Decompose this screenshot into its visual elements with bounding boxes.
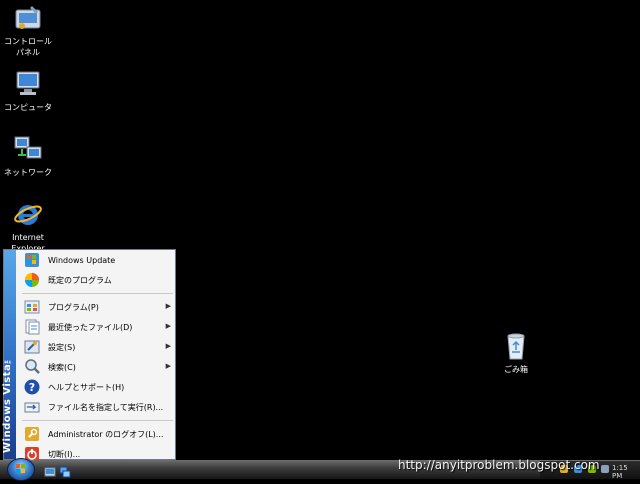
quick-launch-show-desktop[interactable] (44, 463, 56, 477)
start-menu-brand-stripe: Windows Vista™ (2, 250, 16, 459)
desktop-icon-control-panel[interactable]: コントロール パネル (0, 2, 58, 58)
menu-separator (22, 420, 173, 421)
desktop-icon-label: コンピュータ (4, 103, 52, 112)
menu-item-label: ファイル名を指定して実行(R)... (48, 402, 164, 412)
desktop-icon-computer[interactable]: コンピュータ (0, 68, 58, 113)
menu-item-logoff[interactable]: Administrator のログオフ(L)... (18, 424, 175, 444)
submenu-arrow-icon: ▶ (165, 342, 171, 350)
menu-item-settings[interactable]: 設定(S) ▶ (18, 337, 175, 357)
menu-item-label: プログラム(P) (48, 302, 99, 312)
recycle-bin-icon (507, 333, 525, 360)
desktop-icon-recycle-bin[interactable]: ごみ箱 (486, 330, 546, 375)
run-icon (24, 402, 40, 413)
computer-icon (16, 71, 40, 95)
start-button[interactable] (7, 458, 35, 481)
menu-item-label: 検索(C) (48, 362, 76, 372)
switch-windows-icon (59, 466, 71, 478)
watermark-text: http://anyitproblem.blogspot.com (398, 458, 600, 472)
recent-documents-icon (25, 319, 40, 335)
menu-item-label: ヘルプとサポート(H) (48, 382, 125, 392)
start-menu: Windows Vista™ Windows Update 既定のプログラム プ… (2, 249, 176, 461)
menu-item-windows-update[interactable]: Windows Update (18, 250, 175, 270)
search-icon (25, 359, 40, 374)
settings-icon (24, 340, 40, 354)
svg-text:?: ? (29, 381, 35, 394)
menu-item-label: Windows Update (48, 255, 116, 265)
windows-logo-icon (16, 464, 25, 473)
menu-item-label: 切断(I)... (48, 449, 81, 459)
windows-update-icon (25, 253, 39, 267)
quick-launch-switch-windows[interactable] (59, 463, 71, 478)
menu-item-search[interactable]: 検索(C) ▶ (18, 357, 175, 377)
internet-explorer-icon (14, 205, 42, 225)
menu-item-label: 設定(S) (48, 342, 76, 352)
logoff-icon (25, 427, 39, 441)
submenu-arrow-icon: ▶ (165, 322, 171, 330)
menu-item-label: 既定のプログラム (48, 275, 112, 285)
menu-item-run[interactable]: ファイル名を指定して実行(R)... (18, 397, 175, 417)
menu-item-recent-documents[interactable]: 最近使ったファイル(D) ▶ (18, 317, 175, 337)
submenu-arrow-icon: ▶ (165, 362, 171, 370)
desktop-icon-label: ごみ箱 (504, 365, 528, 374)
show-desktop-icon (44, 467, 56, 477)
menu-item-help[interactable]: ? ヘルプとサポート(H) (18, 377, 175, 397)
desktop-icon-label: コントロール パネル (4, 37, 52, 57)
start-menu-brand: Windows Vista™ (2, 352, 13, 453)
help-icon: ? (24, 379, 40, 395)
menu-separator (22, 293, 173, 294)
programs-icon (24, 300, 40, 314)
desktop-icon-network[interactable]: ネットワーク (0, 133, 58, 178)
control-panel-icon (15, 6, 41, 29)
desktop-icon-internet-explorer[interactable]: Internet Explorer (0, 198, 58, 254)
start-menu-list: Windows Update 既定のプログラム プログラム(P) ▶ 最近使った… (18, 250, 175, 464)
menu-item-label: Administrator のログオフ(L)... (48, 429, 164, 439)
desktop-icon-label: ネットワーク (4, 168, 52, 177)
default-programs-icon (25, 273, 39, 287)
submenu-arrow-icon: ▶ (165, 302, 171, 310)
network-icon (14, 136, 42, 159)
menu-item-default-programs[interactable]: 既定のプログラム (18, 270, 175, 290)
menu-item-label: 最近使ったファイル(D) (48, 322, 133, 332)
taskbar-clock[interactable]: 1:15 PM (612, 464, 640, 480)
language-icon[interactable] (601, 465, 609, 473)
menu-item-programs[interactable]: プログラム(P) ▶ (18, 297, 175, 317)
